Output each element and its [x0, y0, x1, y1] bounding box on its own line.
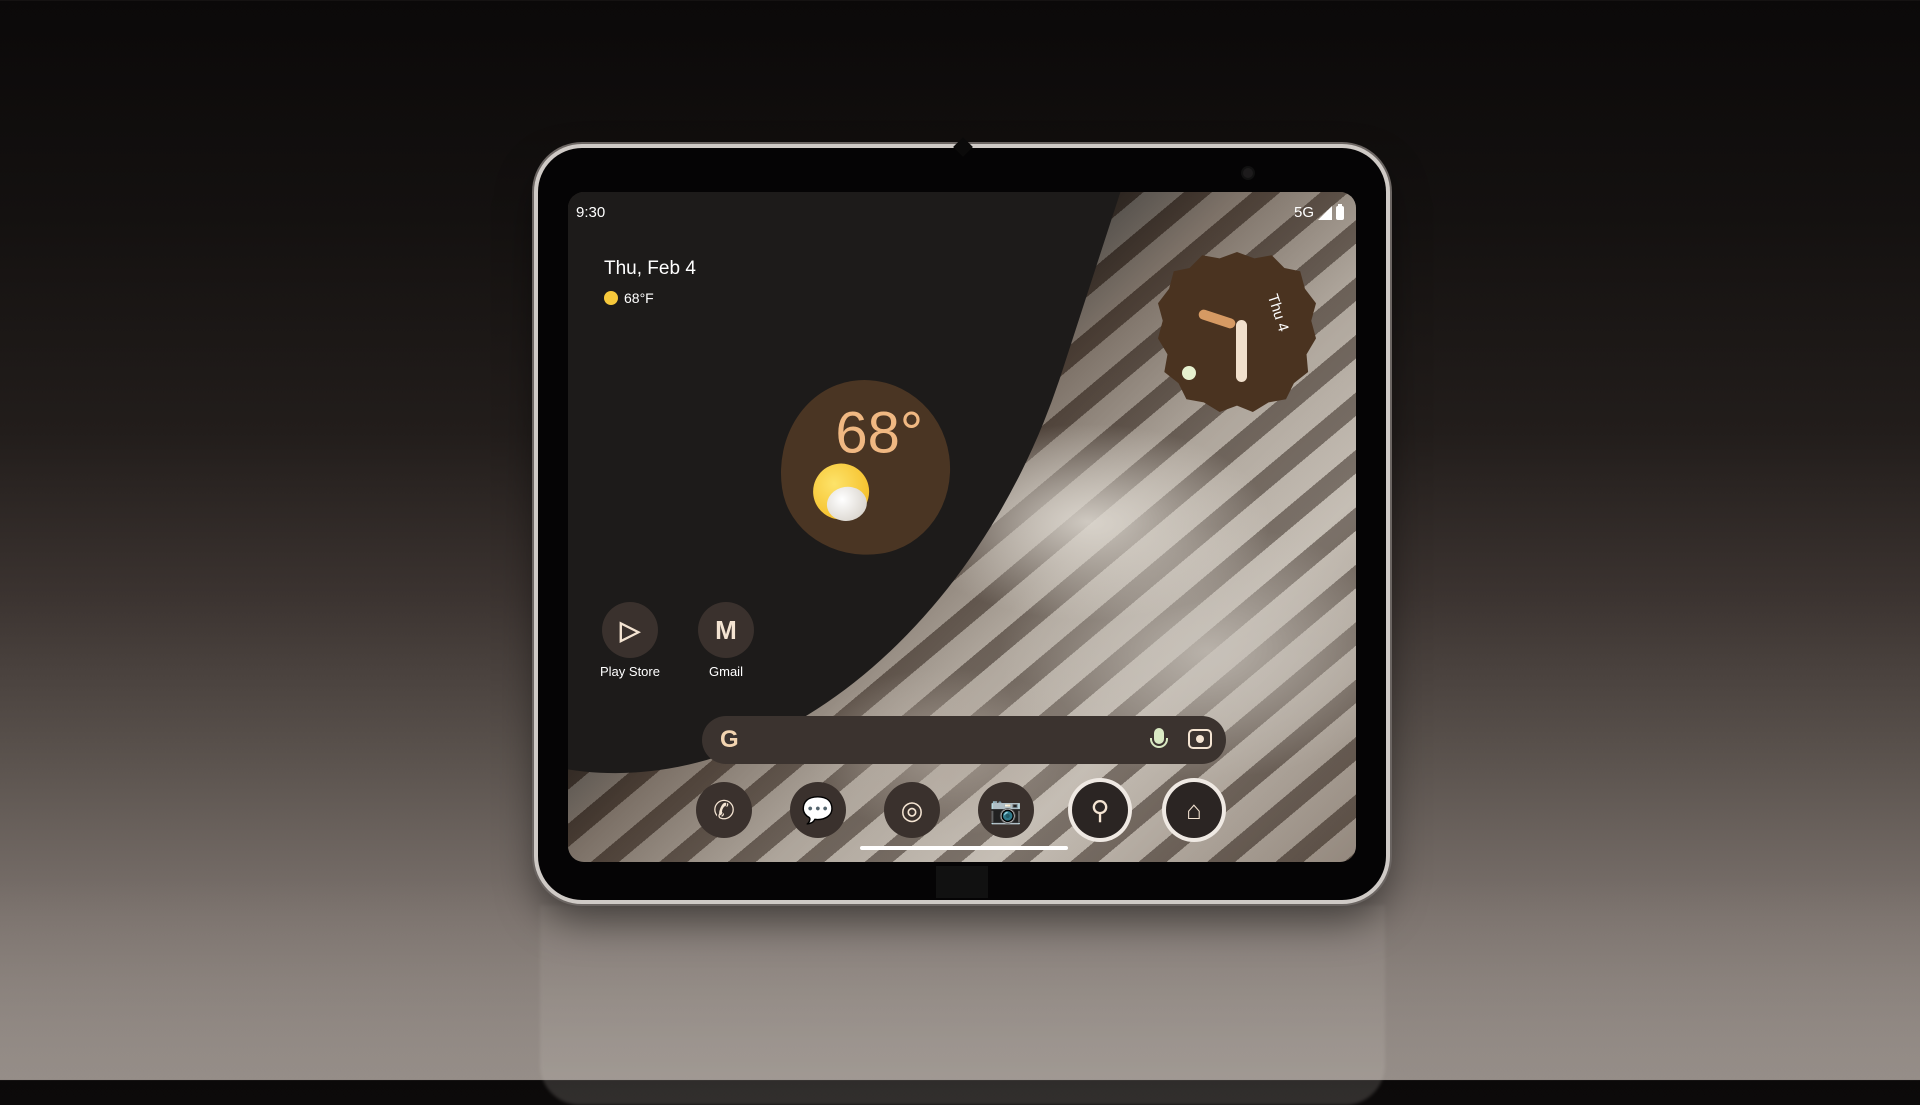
camera-lens-icon[interactable]	[1188, 729, 1212, 749]
phone-icon[interactable]: ✆	[696, 782, 752, 838]
play-store-icon: ▷	[602, 602, 658, 658]
messages-icon[interactable]: 💬	[790, 782, 846, 838]
maps-pin-icon[interactable]: ⚲	[1072, 782, 1128, 838]
glance-temperature: 68°F	[624, 290, 654, 306]
google-logo-icon: G	[720, 726, 739, 753]
phone-reflection	[540, 905, 1385, 1105]
mic-icon[interactable]	[1150, 728, 1168, 748]
hinge-notch-top	[953, 137, 973, 157]
gesture-nav-handle[interactable]	[860, 846, 1068, 850]
status-bar: 9:30 5G	[568, 192, 1356, 228]
google-search-bar[interactable]: G	[702, 716, 1226, 764]
status-time: 9:30	[576, 204, 606, 221]
clock-date: Thu 4	[1263, 292, 1292, 334]
weather-temperature: 68°	[835, 400, 924, 466]
clock-second-dot	[1182, 366, 1196, 380]
front-camera	[1243, 168, 1253, 178]
clock-hour-hand	[1197, 308, 1237, 330]
app-label: Play Store	[600, 664, 660, 679]
app-label: Gmail	[709, 664, 743, 679]
battery-icon	[1336, 203, 1344, 220]
hinge-bottom	[936, 866, 988, 898]
clock-minute-hand	[1236, 320, 1247, 382]
partly-sunny-icon	[604, 291, 618, 305]
home-screen: 9:30 5G Thu, Feb 4 68°F 68° Thu 4 ▷ Play…	[568, 192, 1356, 862]
google-home-icon[interactable]: ⌂	[1166, 782, 1222, 838]
at-a-glance-widget[interactable]: Thu, Feb 4 68°F	[604, 258, 696, 306]
chrome-icon[interactable]: ◎	[884, 782, 940, 838]
signal-icon	[1318, 205, 1332, 220]
app-gmail[interactable]: M Gmail	[686, 602, 766, 679]
glance-date: Thu, Feb 4	[604, 258, 696, 279]
camera-icon[interactable]: 📷	[978, 782, 1034, 838]
glance-weather: 68°F	[604, 290, 696, 306]
status-icons: 5G	[1293, 203, 1344, 221]
foldable-phone: 9:30 5G Thu, Feb 4 68°F 68° Thu 4 ▷ Play…	[538, 137, 1386, 900]
dock: ✆ 💬 ◎ 📷 ⚲ ⌂	[696, 782, 1222, 838]
app-play-store[interactable]: ▷ Play Store	[590, 602, 670, 679]
gmail-icon: M	[698, 602, 754, 658]
network-type: 5G	[1293, 204, 1314, 221]
